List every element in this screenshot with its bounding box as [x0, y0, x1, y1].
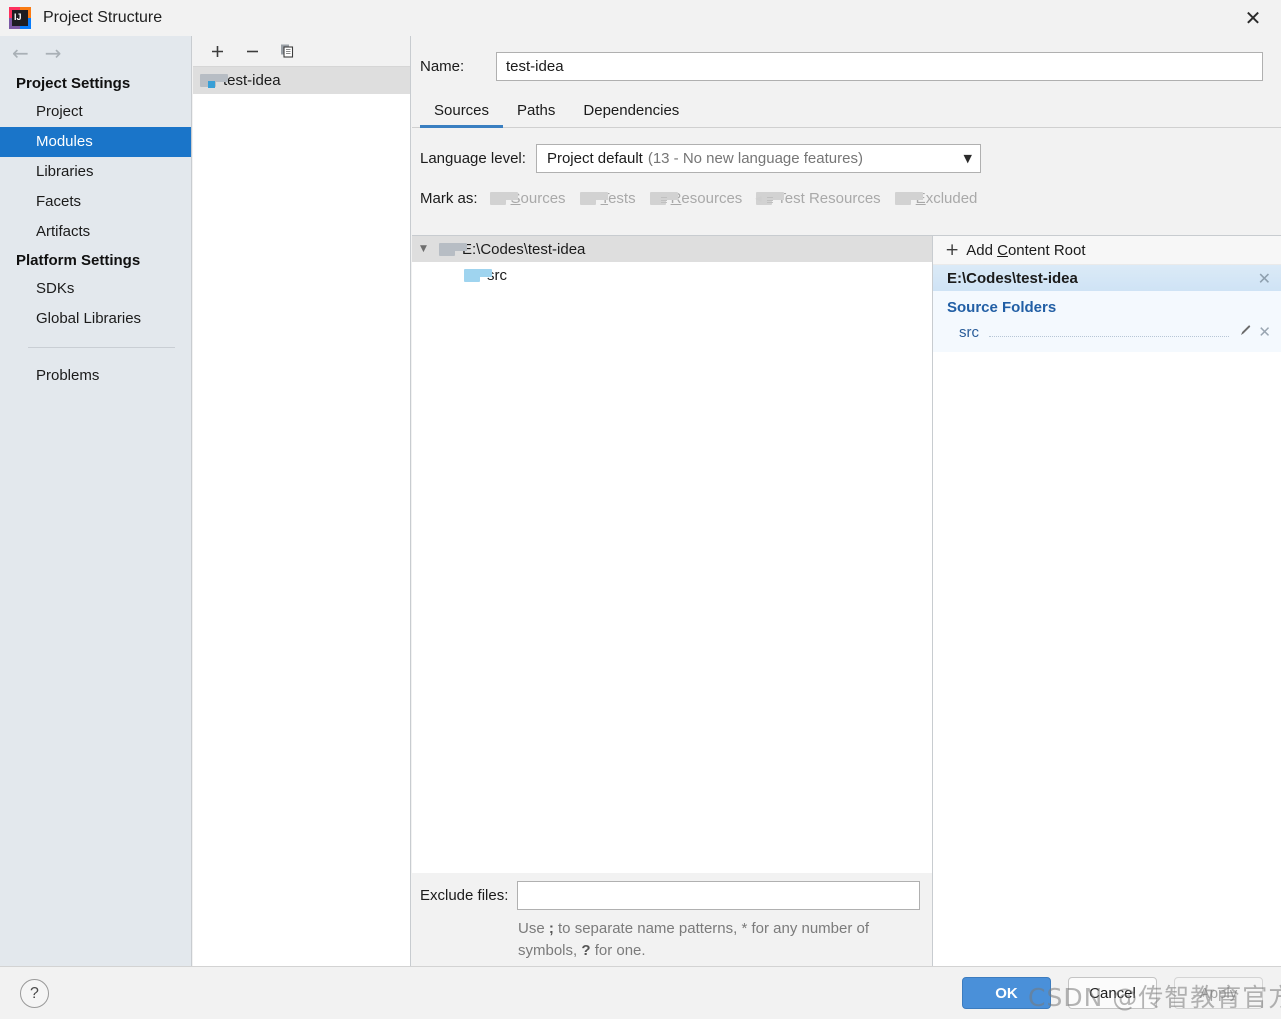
source-folder-name[interactable]: src — [959, 324, 979, 341]
content-root-body: Source Folders src ✕ — [933, 291, 1281, 352]
exclude-files-hint: Use ; to separate name patterns, * for a… — [412, 910, 932, 962]
tab-paths[interactable]: Paths — [503, 102, 569, 127]
module-folder-icon — [200, 74, 216, 87]
remove-module-icon[interactable] — [242, 41, 262, 61]
mark-as-excluded-button[interactable]: Excluded — [895, 190, 978, 207]
sidebar-group-platform-settings: Platform Settings — [0, 247, 191, 274]
mark-as-resources-button[interactable]: Resources — [650, 190, 743, 207]
source-folder-dotted-line — [989, 336, 1229, 337]
folder-sources-icon — [490, 192, 506, 205]
add-module-icon[interactable] — [207, 41, 227, 61]
remove-content-root-icon[interactable]: ✕ — [1258, 269, 1271, 288]
language-level-label: Language level: — [420, 150, 526, 167]
sidebar-item-artifacts[interactable]: Artifacts — [0, 217, 191, 247]
cancel-button[interactable]: Cancel — [1068, 977, 1157, 1009]
modules-toolbar — [193, 36, 410, 67]
copy-module-icon[interactable] — [277, 41, 297, 61]
sidebar-item-project[interactable]: Project — [0, 97, 191, 127]
roots-panel-filler — [933, 873, 1281, 966]
module-name-input[interactable] — [496, 52, 1263, 81]
tree-row[interactable]: src — [412, 262, 932, 288]
apply-button[interactable]: Apply — [1174, 977, 1263, 1009]
sidebar-item-problems[interactable]: Problems — [0, 361, 191, 391]
tree-row[interactable]: ▼ E:\Codes\test-idea — [412, 236, 932, 262]
add-content-root-label-pre: Add — [966, 242, 997, 259]
folder-tests-icon — [580, 192, 596, 205]
source-folder-row: src ✕ — [933, 320, 1281, 344]
help-button[interactable]: ? — [20, 979, 49, 1008]
exclude-files-row: Exclude files: — [412, 873, 932, 910]
content-roots-panel: + Add Content Root E:\Codes\test-idea ✕ … — [933, 236, 1281, 873]
mark-as-tests-label: ests — [608, 190, 636, 207]
folder-icon — [439, 243, 455, 256]
language-level-hint: (13 - No new language features) — [648, 150, 863, 167]
module-editor: Name: Sources Paths Dependencies Languag… — [412, 36, 1281, 966]
sidebar-divider — [28, 347, 175, 348]
mark-as-sources-button[interactable]: Sources — [490, 190, 566, 207]
source-folders-title: Source Folders — [933, 291, 1281, 320]
window-title: Project Structure — [43, 9, 162, 27]
mark-as-sources-label: ources — [521, 190, 566, 207]
mark-as-test-resources-label: Test Resources — [777, 190, 880, 207]
module-list-item-label: test-idea — [223, 72, 281, 89]
project-structure-dialog: IJ Project Structure ✕ ← → Project Setti… — [0, 0, 1281, 1019]
sidebar-item-libraries[interactable]: Libraries — [0, 157, 191, 187]
mark-as-test-resources-button[interactable]: ◀ Test Resources — [756, 190, 880, 207]
content-root-path: E:\Codes\test-idea — [947, 270, 1078, 287]
mark-as-excluded-label: xcluded — [926, 190, 978, 207]
content-root-tree: ▼ E:\Codes\test-idea src — [412, 236, 933, 873]
exclude-hint-question: ? — [581, 942, 590, 959]
title-bar: IJ Project Structure ✕ — [0, 0, 1281, 36]
tree-root-label: E:\Codes\test-idea — [462, 241, 585, 258]
settings-sidebar: ← → Project Settings Project Modules Lib… — [0, 36, 192, 966]
forward-icon[interactable]: → — [45, 43, 62, 63]
content-root-header: E:\Codes\test-idea ✕ — [933, 265, 1281, 291]
back-icon[interactable]: ← — [12, 43, 29, 63]
add-content-root-label-post: ontent Root — [1008, 242, 1086, 259]
module-name-label: Name: — [420, 58, 496, 75]
ok-button[interactable]: OK — [962, 977, 1051, 1009]
folder-resources-icon — [650, 192, 666, 205]
mark-as-label: Mark as: — [420, 190, 478, 207]
sidebar-item-facets[interactable]: Facets — [0, 187, 191, 217]
mark-as-tests-button[interactable]: Tests — [580, 190, 636, 207]
language-level-value: Project default — [547, 150, 643, 167]
mark-as-row: Mark as: Sources Tests Resources ◀ — [412, 173, 1281, 207]
module-name-row: Name: — [412, 36, 1281, 81]
exclude-files-section: Exclude files: Use ; to separate name pa… — [412, 873, 933, 966]
editor-tabs: Sources Paths Dependencies — [412, 96, 1281, 128]
module-list-item-test-idea[interactable]: test-idea — [193, 67, 410, 94]
nav-arrows: ← → — [0, 36, 191, 70]
folder-test-resources-icon: ◀ — [756, 192, 772, 205]
sources-panes: ▼ E:\Codes\test-idea src + Add Content R… — [412, 235, 1281, 873]
language-level-dropdown[interactable]: Project default (13 - No new language fe… — [536, 144, 981, 173]
add-content-root-button[interactable]: + Add Content Root — [933, 236, 1281, 265]
exclude-files-input[interactable] — [517, 881, 920, 910]
exclude-files-label: Exclude files: — [420, 887, 508, 904]
tab-dependencies[interactable]: Dependencies — [569, 102, 693, 127]
add-content-root-mnemonic: C — [997, 242, 1008, 259]
exclude-hint-c: for one. — [591, 942, 646, 959]
sidebar-item-modules[interactable]: Modules — [0, 127, 191, 157]
mark-as-resources-label: esources — [681, 190, 742, 207]
exclude-hint-b: to separate name patterns, * for any num… — [518, 920, 869, 959]
folder-source-icon — [464, 269, 480, 282]
chevron-down-icon: ▼ — [963, 152, 971, 165]
language-level-row: Language level: Project default (13 - No… — [412, 128, 1281, 173]
exclude-hint-a: Use — [518, 920, 549, 937]
tab-sources[interactable]: Sources — [420, 102, 503, 127]
dialog-footer: ? OK Cancel Apply — [0, 966, 1281, 1019]
intellij-idea-logo-icon: IJ — [9, 7, 31, 29]
folder-excluded-icon — [895, 192, 911, 205]
sidebar-item-global-libraries[interactable]: Global Libraries — [0, 304, 191, 334]
plus-icon: + — [945, 243, 959, 258]
chevron-down-icon[interactable]: ▼ — [420, 244, 432, 254]
sidebar-item-sdks[interactable]: SDKs — [0, 274, 191, 304]
close-icon[interactable]: ✕ — [1225, 0, 1281, 36]
edit-source-folder-icon[interactable] — [1239, 324, 1252, 341]
remove-source-folder-icon[interactable]: ✕ — [1258, 323, 1271, 341]
sidebar-group-project-settings: Project Settings — [0, 70, 191, 97]
modules-panel: test-idea — [193, 36, 411, 966]
